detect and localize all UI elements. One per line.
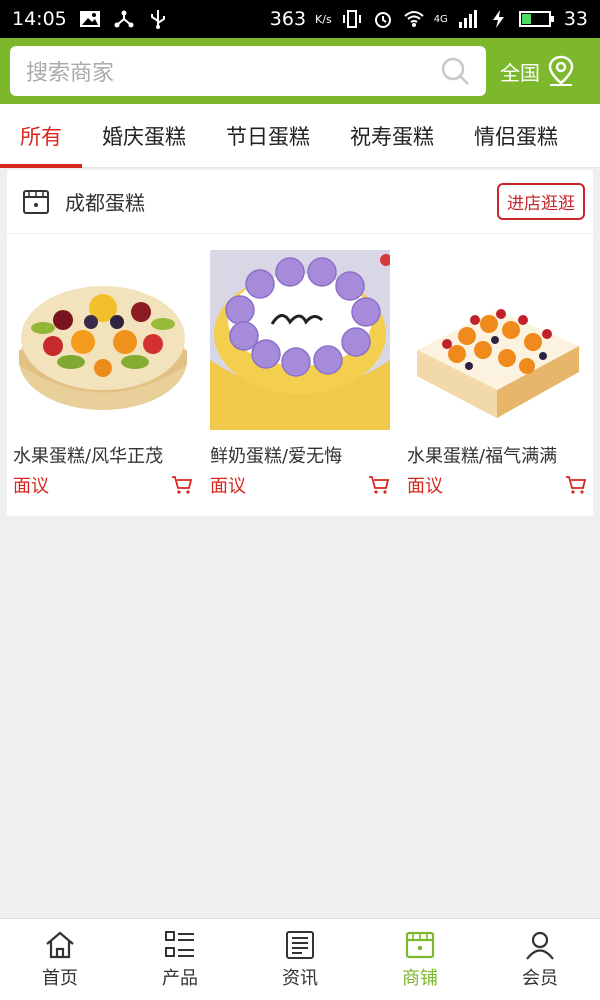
charging-icon [492, 10, 504, 28]
home-icon [46, 931, 74, 958]
tab-wedding-cake[interactable]: 婚庆蛋糕 [82, 104, 206, 168]
product-name[interactable]: 水果蛋糕/福气满满 [407, 442, 587, 468]
network-speed: 363 [269, 8, 307, 30]
search-icon[interactable] [440, 56, 470, 86]
tab-all[interactable]: 所有 [0, 104, 82, 168]
tab-birthday-cake[interactable]: 祝寿蛋糕 [330, 104, 454, 168]
product-list: 水果蛋糕/风华正茂 面议 鲜奶蛋糕/爱无悔 面议 水果蛋糕/福气满满 面议 [7, 234, 593, 498]
location-icon [548, 55, 574, 86]
image-icon [79, 11, 100, 27]
signal-icon [458, 10, 477, 28]
cart-icon[interactable] [171, 475, 193, 495]
enter-shop-button[interactable]: 进店逛逛 [497, 183, 585, 220]
nav-stores-label: 商铺 [402, 967, 438, 989]
product-item[interactable]: 鲜奶蛋糕/爱无悔 面议 [210, 250, 392, 498]
product-item[interactable]: 水果蛋糕/风华正茂 面议 [13, 250, 193, 498]
shop-name: 成都蛋糕 [65, 191, 145, 215]
region-label: 全国 [500, 60, 540, 85]
usb-icon [150, 10, 165, 29]
wifi-icon [404, 11, 424, 27]
share-icon [114, 10, 134, 28]
category-tabs: 所有 婚庆蛋糕 节日蛋糕 祝寿蛋糕 情侣蛋糕 [0, 104, 600, 168]
store-icon [405, 931, 435, 958]
nav-news[interactable]: 资讯 [240, 919, 360, 1000]
cart-icon[interactable] [368, 475, 390, 495]
nav-home[interactable]: 首页 [0, 919, 120, 1000]
battery-level: 33 [563, 8, 588, 30]
tab-festival-cake[interactable]: 节日蛋糕 [206, 104, 330, 168]
product-name[interactable]: 水果蛋糕/风华正茂 [13, 442, 193, 468]
list-icon [165, 930, 194, 957]
store-icon [23, 189, 49, 214]
status-bar: 14:05 363 K/s 4G 33 [0, 0, 600, 38]
user-icon [526, 931, 554, 960]
top-bar: 搜索商家 全国 [0, 38, 600, 104]
product-price: 面议 [210, 476, 246, 497]
status-time: 14:05 [12, 8, 67, 30]
nav-member-label: 会员 [522, 967, 558, 989]
shop-card: 成都蛋糕 进店逛逛 水果蛋糕/风华正茂 面议 鲜奶蛋糕/爱无悔 面议 水果蛋糕/… [7, 170, 593, 516]
nav-news-label: 资讯 [282, 967, 318, 989]
product-price: 面议 [13, 476, 49, 497]
product-image[interactable] [210, 250, 392, 430]
nav-stores[interactable]: 商铺 [360, 919, 480, 1000]
product-image[interactable] [13, 250, 193, 430]
search-box[interactable]: 搜索商家 [10, 46, 486, 96]
bottom-nav: 首页 产品 资讯 商铺 会员 [0, 918, 600, 1000]
product-name[interactable]: 鲜奶蛋糕/爱无悔 [210, 442, 390, 468]
battery-icon [518, 11, 554, 27]
search-input[interactable]: 搜索商家 [26, 55, 440, 87]
vibrate-icon [342, 10, 361, 28]
region-selector[interactable]: 全国 [500, 55, 576, 87]
shop-header: 成都蛋糕 进店逛逛 [7, 170, 593, 234]
news-icon [286, 930, 314, 959]
nav-member[interactable]: 会员 [480, 919, 600, 1000]
tab-couple-cake[interactable]: 情侣蛋糕 [454, 104, 578, 168]
nav-home-label: 首页 [42, 967, 78, 989]
cart-icon[interactable] [565, 475, 587, 495]
product-item[interactable]: 水果蛋糕/福气满满 面议 [407, 250, 587, 498]
product-image[interactable] [407, 250, 587, 430]
network-speed-unit: K/s [315, 12, 332, 26]
nav-products-label: 产品 [162, 967, 198, 989]
nav-products[interactable]: 产品 [120, 919, 240, 1000]
product-price: 面议 [407, 476, 443, 497]
network-type: 4G [433, 13, 448, 25]
alarm-icon [374, 12, 391, 28]
